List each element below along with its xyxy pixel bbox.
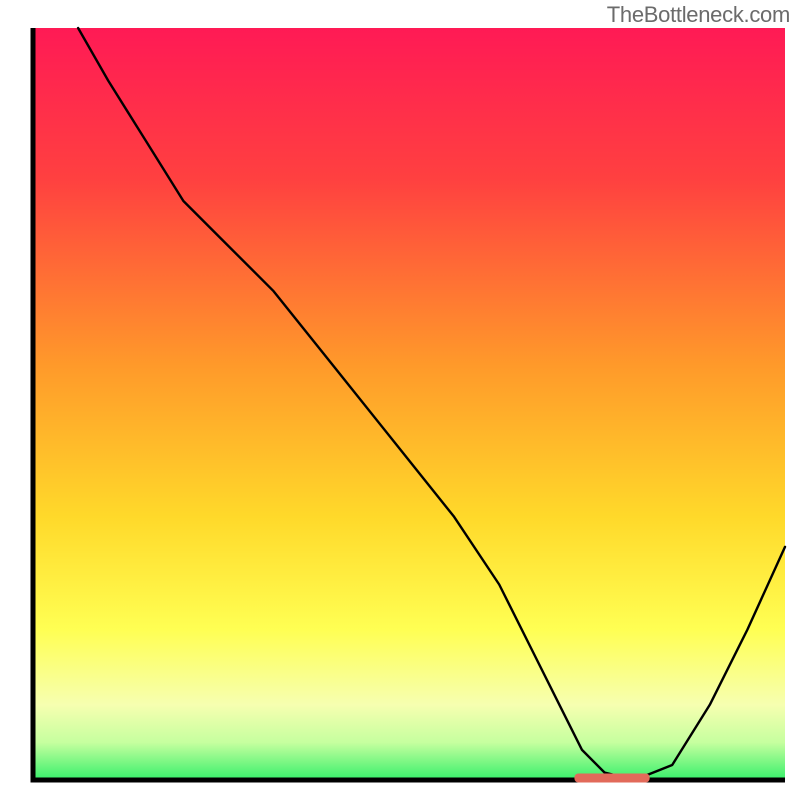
- optimal-range-marker: [574, 774, 649, 783]
- bottleneck-chart: [0, 0, 800, 800]
- watermark-text: TheBottleneck.com: [607, 2, 790, 28]
- chart-svg: [0, 0, 800, 800]
